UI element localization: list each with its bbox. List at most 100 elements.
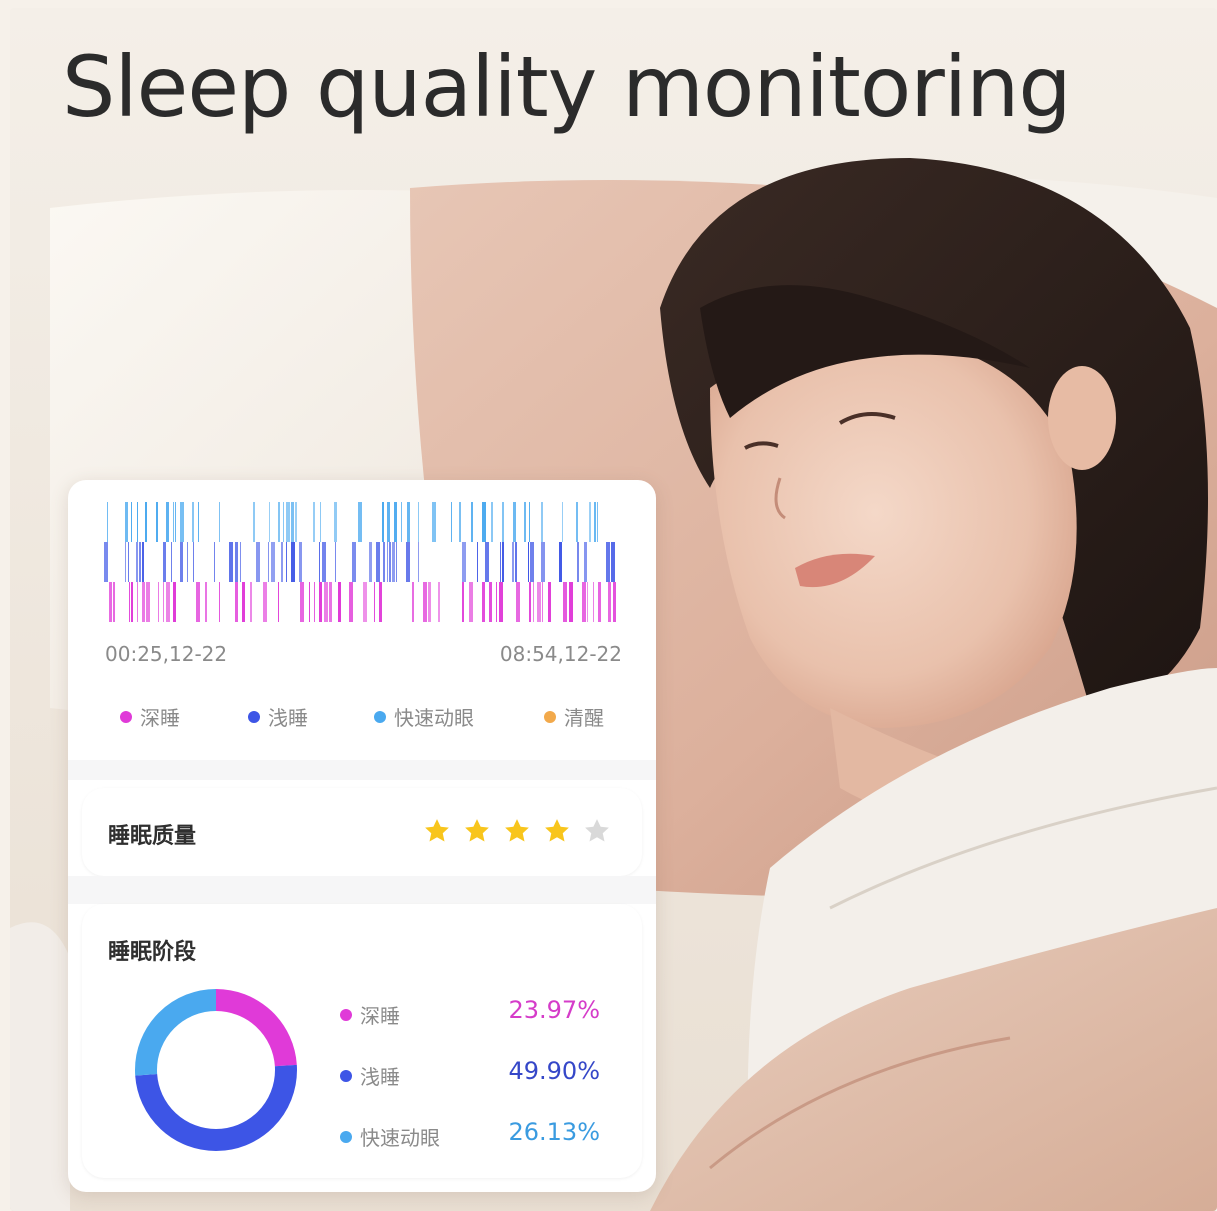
stage-dot-rem	[340, 1130, 352, 1143]
hypnogram-bar	[469, 582, 473, 622]
hypnogram-bar	[309, 582, 310, 622]
hypnogram-bar	[482, 582, 485, 622]
hypnogram-bar	[412, 582, 414, 622]
legend-label: 深睡	[140, 706, 180, 730]
sleep-stages-title: 睡眠阶段	[108, 940, 197, 965]
legend-item-light: 浅睡	[248, 702, 308, 731]
hypnogram-bar	[582, 582, 586, 622]
hypnogram-bar	[477, 542, 478, 582]
hypnogram-bar	[291, 542, 295, 582]
stage-row-deep: 深睡 23.97%	[340, 996, 600, 1028]
hypnogram-bar	[387, 542, 388, 582]
star-icon	[505, 819, 529, 842]
hypnogram-bar	[322, 542, 326, 582]
stage-row-rem: 快速动眼 26.13%	[340, 1118, 600, 1150]
hypnogram-bar	[320, 502, 321, 542]
stage-label-rem: 快速动眼	[340, 1122, 440, 1151]
hypnogram-bar	[163, 542, 166, 582]
hypnogram-bar	[459, 502, 461, 542]
hypnogram-bar	[418, 542, 419, 582]
hypnogram-bar	[471, 502, 473, 542]
sleep-report-card: 00:25,12-22 08:54,12-22 深睡 浅睡 快速动眼 清醒 睡眠…	[68, 480, 656, 1192]
hypnogram-bar	[462, 542, 466, 582]
hypnogram-bar	[513, 502, 516, 542]
hypnogram-bar	[541, 502, 543, 542]
hypnogram-bar	[198, 502, 199, 542]
hypnogram-bar	[489, 582, 492, 622]
legend-label: 浅睡	[268, 706, 308, 730]
hypnogram-bar	[352, 542, 356, 582]
hypnogram-bar	[175, 502, 176, 542]
hypnogram-bar	[205, 582, 207, 622]
hypnogram-bar	[524, 502, 526, 542]
hypnogram-bar	[611, 542, 615, 582]
hypnogram-bar	[158, 582, 159, 622]
hypnogram-bar	[137, 502, 138, 542]
hypnogram-bar	[562, 502, 563, 542]
hypnogram-bar	[530, 542, 534, 582]
hypnogram-bar	[235, 582, 238, 622]
hypnogram-bar	[418, 502, 419, 542]
hypnogram-bar	[358, 502, 362, 542]
hypnogram-bar	[587, 582, 588, 622]
hypnogram-bar	[451, 502, 452, 542]
hypnogram-bar	[502, 542, 504, 582]
hypnogram-bar	[131, 582, 133, 622]
hypnogram-bar	[131, 502, 132, 542]
hypnogram-bar	[214, 542, 215, 582]
hypnogram-bar	[335, 542, 336, 582]
hypnogram-bar	[291, 502, 294, 542]
hypnogram-bar	[253, 502, 255, 542]
hypnogram-bar	[516, 582, 520, 622]
hypnogram-bar	[242, 582, 245, 622]
hypnogram-bar	[606, 542, 610, 582]
hypnogram-bar	[286, 542, 287, 582]
hypnogram-bar	[166, 502, 169, 542]
hypnogram-bar	[271, 542, 275, 582]
hypnogram-bar	[491, 502, 493, 542]
legend-dot-light	[248, 710, 260, 723]
hypnogram-bar	[192, 502, 194, 542]
hypnogram-bar	[180, 542, 183, 582]
hypnogram-bar	[613, 582, 616, 622]
hypnogram-bar	[219, 582, 220, 622]
hypnogram-bar	[533, 582, 534, 622]
hypnogram-bar	[500, 542, 501, 582]
legend-dot-rem	[374, 710, 386, 723]
hypnogram-bar	[401, 502, 402, 542]
star-rating	[422, 816, 612, 846]
hypnogram-bar	[324, 582, 328, 622]
stage-label-light: 浅睡	[340, 1061, 400, 1090]
legend-item-deep: 深睡	[120, 702, 180, 731]
hypnogram-bar	[104, 542, 108, 582]
hypnogram-bar	[338, 582, 341, 622]
hypnogram-bar	[187, 542, 188, 582]
hypnogram-bar	[299, 542, 302, 582]
hypnogram-bar	[537, 582, 541, 622]
sleep-stages-panel: 睡眠阶段 深睡 23.97% 浅睡 49.90% 快速动眼 26.13%	[82, 904, 642, 1178]
stage-row-light: 浅睡 49.90%	[340, 1057, 600, 1089]
stage-value-rem: 26.13%	[508, 1118, 600, 1146]
hypnogram-bar	[250, 582, 252, 622]
hypnogram-bar	[387, 502, 390, 542]
hypnogram-bar	[428, 582, 431, 622]
stage-name: 深睡	[360, 1004, 400, 1028]
end-time: 08:54,12-22	[499, 642, 622, 666]
hypnogram-bar	[193, 542, 194, 582]
hypnogram-bar	[229, 542, 233, 582]
hypnogram-bar	[173, 582, 176, 622]
hypnogram-bar	[569, 582, 573, 622]
hypnogram-bar	[142, 582, 145, 622]
hypnogram-bar	[313, 502, 315, 542]
hypnogram-bar	[559, 542, 562, 582]
hypnogram-bar	[107, 502, 108, 542]
hypnogram-bar	[593, 582, 594, 622]
hypnogram-bar	[376, 542, 380, 582]
hypnogram-bar	[432, 502, 436, 542]
hypnogram-bar	[462, 582, 464, 622]
hypnogram-bar	[145, 502, 147, 542]
stage-dot-light	[340, 1069, 352, 1082]
hypnogram-bar	[281, 542, 283, 582]
hypnogram-bar	[496, 582, 497, 622]
stage-value-deep: 23.97%	[508, 996, 600, 1024]
